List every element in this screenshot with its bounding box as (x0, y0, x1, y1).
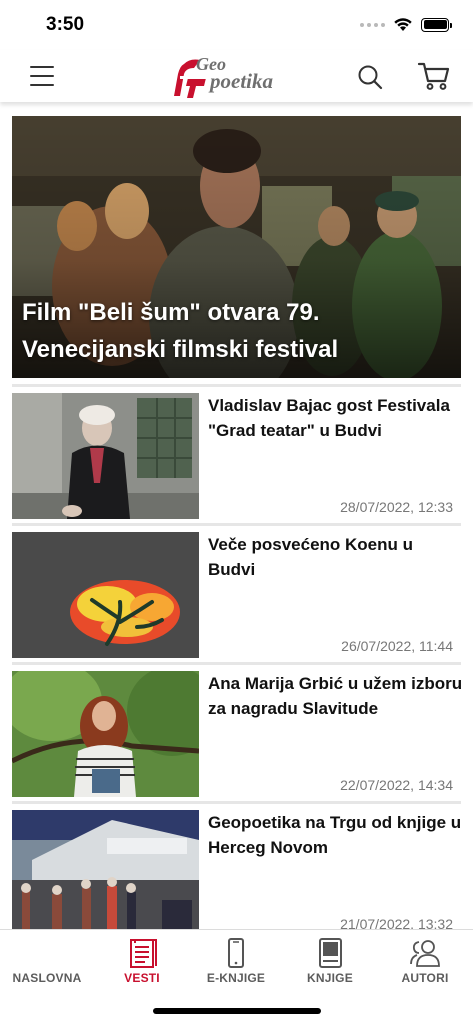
phone-icon (228, 938, 244, 968)
news-thumbnail (12, 671, 199, 797)
news-title: Vladislav Bajac gost Festivala "Grad tea… (208, 396, 450, 440)
search-icon[interactable] (357, 64, 383, 90)
divider (12, 523, 461, 526)
news-date: 28/07/2022, 12:33 (340, 499, 453, 515)
logo-text-poetika: poetika (210, 69, 273, 93)
tab-knjige[interactable]: KNJIGE (283, 930, 377, 992)
status-time: 3:50 (46, 14, 85, 35)
news-item[interactable]: Veče posvećeno Koenu u Budvi 26/07/2022,… (12, 532, 461, 658)
news-date: 26/07/2022, 11:44 (341, 638, 453, 654)
news-item[interactable]: Vladislav Bajac gost Festivala "Grad tea… (12, 393, 461, 519)
news-title: Ana Marija Grbić u užem izboru za nagrad… (208, 674, 463, 718)
featured-article-title: Film "Beli šum" otvara 79. Venecijanski … (22, 299, 339, 363)
home-indicator (153, 1008, 321, 1014)
news-item[interactable]: Ana Marija Grbić u užem izboru za nagrad… (12, 671, 463, 797)
tab-label: KNJIGE (307, 971, 353, 985)
news-title: Geopoetika na Trgu od knjige u Herceg No… (208, 813, 462, 857)
status-icons (360, 17, 452, 32)
status-bar: 3:50 (0, 0, 473, 50)
news-item[interactable]: Geopoetika na Trgu od knjige u Herceg No… (12, 810, 461, 936)
users-icon (410, 940, 440, 967)
news-title: Veče posvećeno Koenu u Budvi (208, 535, 414, 579)
tab-naslovna[interactable]: NASLOVNA (0, 930, 94, 992)
news-thumbnail (12, 532, 199, 658)
tab-vesti[interactable]: VESTI (95, 930, 189, 992)
divider (12, 801, 461, 804)
tab-autori[interactable]: AUTORI (378, 930, 472, 992)
home-icon (32, 938, 62, 968)
tab-label: NASLOVNA (12, 971, 82, 985)
divider (12, 662, 461, 665)
hamburger-menu-icon[interactable] (30, 66, 54, 86)
divider (12, 384, 461, 387)
battery-icon (421, 17, 452, 32)
featured-article[interactable]: Film "Beli šum" otvara 79. Venecijanski … (12, 116, 461, 378)
news-thumbnail (12, 393, 199, 519)
cellular-signal-icon (360, 22, 385, 27)
tab-label: E-KNJIGE (206, 971, 266, 985)
tab-e-knjige[interactable]: E-KNJIGE (189, 930, 283, 992)
app-header: Geo poetika (0, 50, 473, 102)
tab-label: VESTI (124, 971, 160, 985)
wifi-icon (394, 18, 412, 31)
book-icon (319, 938, 342, 968)
news-thumbnail (12, 810, 199, 936)
shopping-cart-icon[interactable] (417, 61, 451, 91)
tab-label: AUTORI (401, 971, 449, 985)
geopoetika-logo[interactable]: Geo poetika (172, 54, 304, 100)
news-date: 22/07/2022, 14:34 (340, 777, 453, 793)
news-icon (130, 939, 157, 968)
